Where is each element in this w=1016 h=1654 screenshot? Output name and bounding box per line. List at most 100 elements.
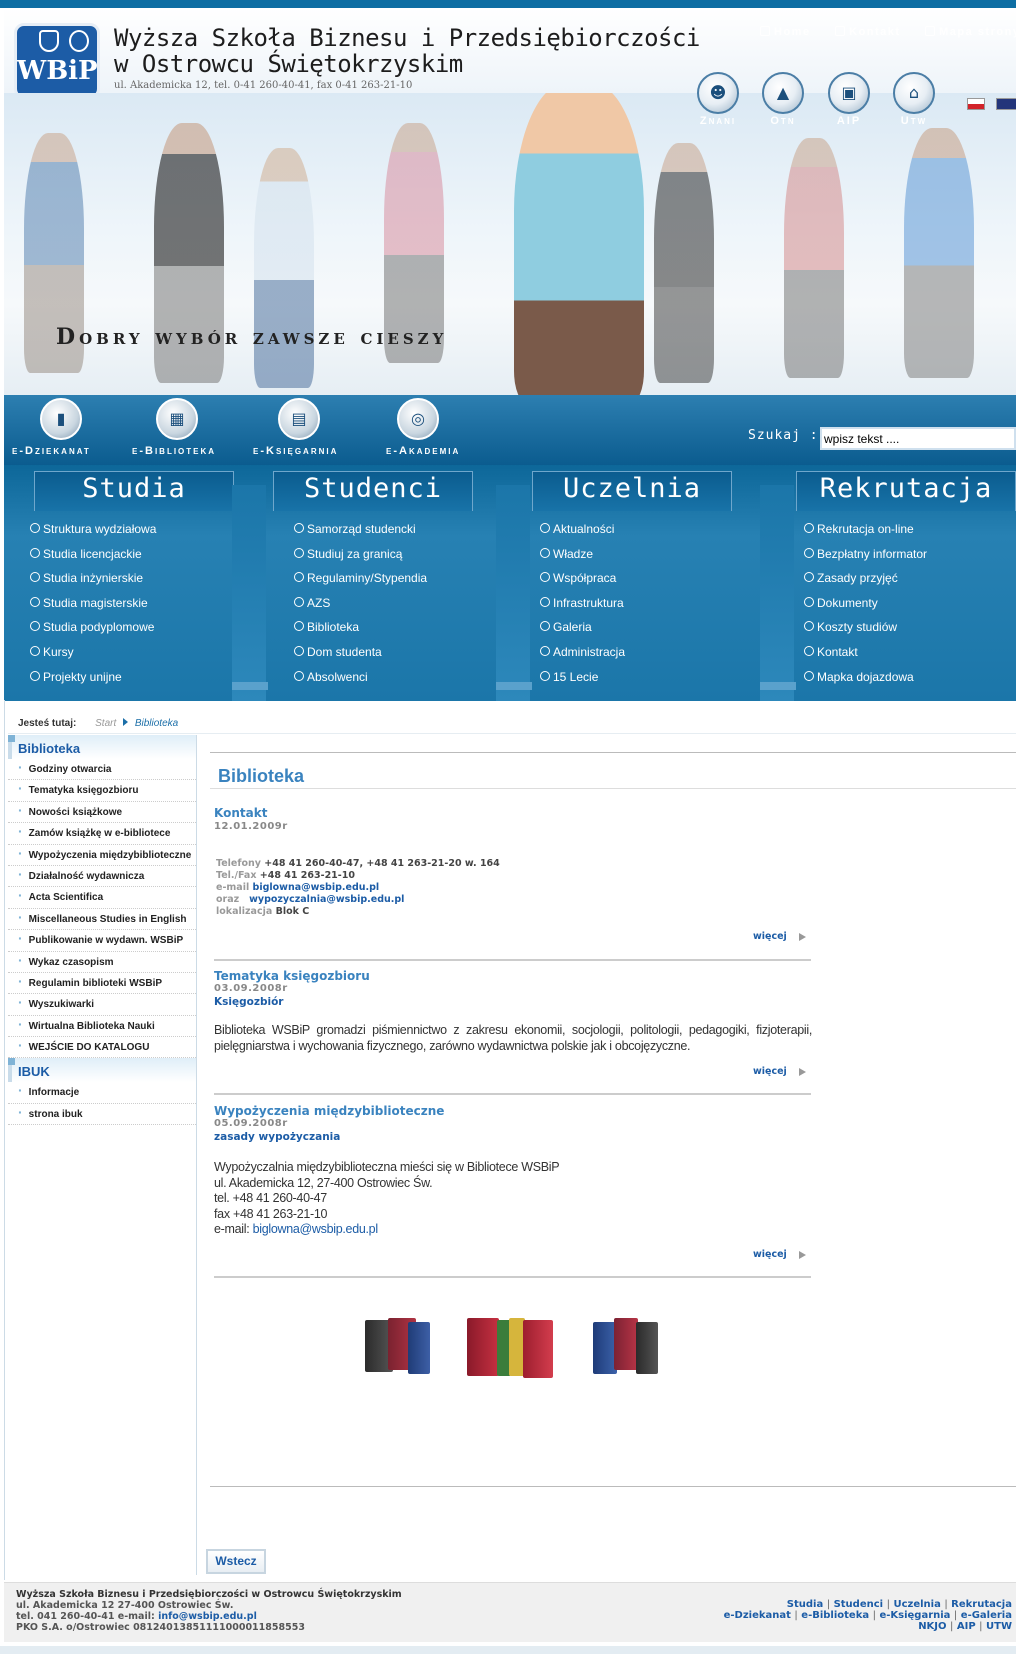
menu-item[interactable]: Biblioteka xyxy=(294,620,427,645)
e-ksiegarnia-button[interactable]: ▤ xyxy=(278,398,320,440)
e-biblioteka-label[interactable]: e-Biblioteka xyxy=(132,445,216,457)
sidebar-item[interactable]: Acta Scientifica xyxy=(8,887,196,909)
sidebar-section-ibuk[interactable]: IBUK xyxy=(8,1058,196,1083)
polish-flag-icon[interactable] xyxy=(967,98,985,110)
breadcrumb-current[interactable]: Biblioteka xyxy=(135,718,178,729)
contact-link[interactable]: Kontakt xyxy=(835,26,910,38)
menu-studia-title[interactable]: Studia xyxy=(34,473,234,504)
email-link[interactable]: biglowna@wsbip.edu.pl xyxy=(253,1222,379,1236)
footer-link[interactable]: e-Dziekanat xyxy=(724,1610,791,1621)
otn-button[interactable]: ▲ xyxy=(762,72,804,114)
footer-link[interactable]: e-Galeria xyxy=(961,1610,1012,1621)
breadcrumb-start-link[interactable]: Start xyxy=(95,718,116,729)
footer-email-link[interactable]: info@wsbip.edu.pl xyxy=(158,1611,257,1622)
divider xyxy=(8,733,1016,734)
more-link[interactable]: więcej xyxy=(753,931,806,942)
footer-link[interactable]: e-Biblioteka xyxy=(801,1610,869,1621)
utw-button[interactable]: ⌂ xyxy=(893,72,935,114)
main-menu: Studia Struktura wydziałowa Studia licen… xyxy=(4,465,1016,701)
aip-button[interactable]: ▣ xyxy=(828,72,870,114)
menu-item[interactable]: Galeria xyxy=(540,620,625,645)
e-biblioteka-button[interactable]: ▦ xyxy=(156,398,198,440)
footer-link[interactable]: Studenci xyxy=(834,1599,884,1610)
sidebar-item[interactable]: WEJŚCIE DO KATALOGU xyxy=(8,1037,196,1059)
e-dziekanat-button[interactable]: ▮ xyxy=(40,398,82,440)
menu-studenci-title[interactable]: Studenci xyxy=(273,473,473,504)
sidebar-item[interactable]: Informacje xyxy=(8,1082,196,1104)
e-akademia-button[interactable]: ◎ xyxy=(397,398,439,440)
footer-address: ul. Akademicka 12 27-400 Ostrowiec Św. xyxy=(16,1600,234,1611)
sidebar-item[interactable]: Godziny otwarcia xyxy=(8,759,196,781)
menu-item[interactable]: Mapka dojazdowa xyxy=(804,670,927,695)
menu-item[interactable]: Współpraca xyxy=(540,571,625,596)
email-link[interactable]: biglowna@wsbip.edu.pl xyxy=(253,882,380,893)
menu-item[interactable]: Kontakt xyxy=(804,645,927,670)
sidebar-item[interactable]: Zamów książkę w e-bibliotece xyxy=(8,823,196,845)
menu-item[interactable]: Koszty studiów xyxy=(804,620,927,645)
menu-item[interactable]: Absolwenci xyxy=(294,670,427,695)
menu-item[interactable]: Aktualności xyxy=(540,522,625,547)
footer-link[interactable]: NKJO xyxy=(918,1621,946,1632)
menu-item[interactable]: Samorząd studencki xyxy=(294,522,427,547)
footer-link[interactable]: e-Księgarnia xyxy=(879,1610,950,1621)
menu-item[interactable]: Regulaminy/Stypendia xyxy=(294,571,427,596)
menu-item[interactable]: Studia podyplomowe xyxy=(30,620,156,645)
sidebar-item[interactable]: Wirtualna Biblioteka Nauki xyxy=(8,1016,196,1038)
sidebar-item[interactable]: Wykaz czasopism xyxy=(8,952,196,973)
footer-link[interactable]: Studia xyxy=(787,1599,823,1610)
more-link[interactable]: więcej xyxy=(753,1066,806,1077)
e-dziekanat-label[interactable]: e-Dziekanat xyxy=(12,445,91,457)
more-link[interactable]: więcej xyxy=(753,1249,806,1260)
menu-item[interactable]: Projekty unijne xyxy=(30,670,156,695)
article-title-kontakt[interactable]: Kontakt xyxy=(214,806,267,820)
menu-item[interactable]: Studia magisterskie xyxy=(30,596,156,621)
menu-uczelnia-title[interactable]: Uczelnia xyxy=(532,473,732,504)
sidebar-item[interactable]: Publikowanie w wydawn. WSBiP xyxy=(8,930,196,952)
menu-item[interactable]: Kursy xyxy=(30,645,156,670)
email2-link[interactable]: wypozyczalnia@wsbip.edu.pl xyxy=(249,894,404,905)
menu-rekrutacja-title[interactable]: Rekrutacja xyxy=(796,473,1016,504)
menu-item[interactable]: AZS xyxy=(294,596,427,621)
sidebar-item[interactable]: Działalność wydawnicza xyxy=(8,866,196,888)
article-date: 03.09.2008r xyxy=(214,983,288,994)
e-akademia-label[interactable]: e-Akademia xyxy=(386,445,460,457)
footer-link[interactable]: Rekrutacja xyxy=(951,1599,1012,1610)
menu-item[interactable]: Rekrutacja on-line xyxy=(804,522,927,547)
menu-item[interactable]: Administracja xyxy=(540,645,625,670)
menu-item[interactable]: Struktura wydziałowa xyxy=(30,522,156,547)
sidebar-item[interactable]: Tematyka księgozbioru xyxy=(8,780,196,802)
menu-item[interactable]: 15 Lecie xyxy=(540,670,625,695)
menu-item[interactable]: Dom studenta xyxy=(294,645,427,670)
back-button[interactable]: Wstecz xyxy=(206,1549,266,1574)
sidebar-item[interactable]: Nowości książkowe xyxy=(8,802,196,824)
footer-link[interactable]: Uczelnia xyxy=(893,1599,940,1610)
building-icon: ⌂ xyxy=(908,83,920,102)
e-ksiegarnia-label[interactable]: e-Księgarnia xyxy=(253,445,338,457)
contact-link-label: Kontakt xyxy=(849,26,901,38)
home-link[interactable]: Home xyxy=(760,26,821,38)
menu-item[interactable]: Bezpłatny informator xyxy=(804,547,927,572)
sidebar-item[interactable]: Miscellaneous Studies in English xyxy=(8,909,196,931)
znani-button[interactable]: ☻ xyxy=(697,72,739,114)
search-input[interactable] xyxy=(820,427,1016,450)
menu-item[interactable]: Władze xyxy=(540,547,625,572)
menu-item[interactable]: Zasady przyjęć xyxy=(804,571,927,596)
menu-item[interactable]: Dokumenty xyxy=(804,596,927,621)
sitemap-link[interactable]: Mapa strony xyxy=(925,26,1016,38)
article-title-wypozyczenia[interactable]: Wypożyczenia międzybiblioteczne xyxy=(214,1104,444,1118)
english-flag-icon[interactable] xyxy=(996,98,1016,110)
sidebar-item[interactable]: Wyszukiwarki xyxy=(8,994,196,1016)
sidebar-item[interactable]: Wypożyczenia międzybiblioteczne xyxy=(8,845,196,866)
school-logo[interactable]: WBiP xyxy=(14,23,100,93)
footer-link[interactable]: UTW xyxy=(986,1621,1012,1632)
menu-item[interactable]: Infrastruktura xyxy=(540,596,625,621)
menu-item[interactable]: Studia inżynierskie xyxy=(30,571,156,596)
sidebar-item[interactable]: Regulamin biblioteki WSBiP xyxy=(8,973,196,995)
menu-item[interactable]: Studia licencjackie xyxy=(30,547,156,572)
sidebar-item[interactable]: strona ibuk xyxy=(8,1104,196,1126)
footer-link[interactable]: AIP xyxy=(957,1621,976,1632)
article-title-tematyka[interactable]: Tematyka księgozbioru xyxy=(214,969,370,983)
menu-item[interactable]: Studiuj za granicą xyxy=(294,547,427,572)
logo-text: WBiP xyxy=(17,56,98,86)
sidebar-section-biblioteka[interactable]: Biblioteka xyxy=(8,735,196,759)
